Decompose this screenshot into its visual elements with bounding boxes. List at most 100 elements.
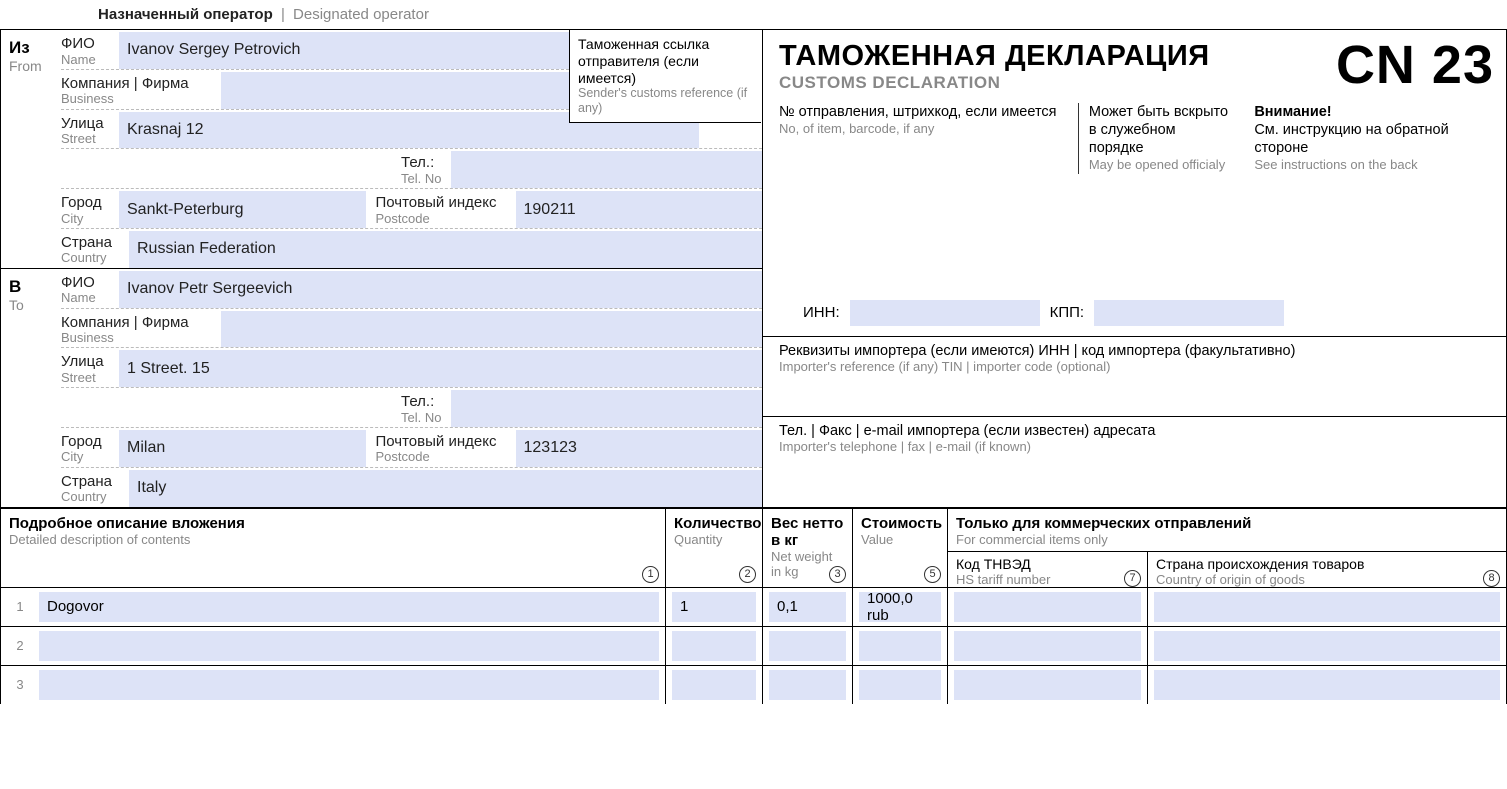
from-business-label-ru: Компания | Фирма <box>61 76 215 93</box>
col-num-7: 7 <box>1124 570 1141 587</box>
to-country-label-ru: Страна <box>61 474 123 491</box>
inn-label: ИНН: <box>803 304 840 321</box>
to-tel-label-ru: Тел.: <box>401 394 445 411</box>
from-name-label-en: Name <box>61 53 113 67</box>
inn-kpp-row: ИНН: КПП: <box>763 282 1506 336</box>
col-num-8: 8 <box>1483 570 1500 587</box>
attention-heading: Внимание! <box>1254 103 1494 121</box>
to-tag: В To <box>1 269 61 507</box>
to-street-label-en: Street <box>61 371 113 385</box>
col-comm-ru: Только для коммерческих отправлений <box>956 515 1498 532</box>
row-qty-value: 1 <box>672 592 756 622</box>
importer-ref-row: Реквизиты импортера (если имеются) ИНН |… <box>763 336 1506 416</box>
col-orig-ru: Страна происхождения товаров <box>1156 556 1498 572</box>
table-row: 3 <box>1 665 1506 704</box>
row-desc-value: Dogovor <box>39 592 659 622</box>
from-street-label-ru: Улица <box>61 116 113 133</box>
from-tel-value <box>451 151 762 188</box>
row-desc-value <box>39 670 659 700</box>
col-val-ru: Стоимость <box>861 515 939 532</box>
to-country-label-en: Country <box>61 490 123 504</box>
col-wt-ru: Вес нетто в кг <box>771 515 844 549</box>
to-name-value: Ivanov Petr Sergeevich <box>119 271 762 308</box>
to-street-label-ru: Улица <box>61 354 113 371</box>
from-business-value <box>221 72 569 109</box>
to-name-label-ru: ФИО <box>61 275 113 292</box>
col-num-5: 5 <box>924 566 941 583</box>
col-qty-ru: Количество <box>674 515 754 532</box>
from-street-label-en: Street <box>61 132 113 146</box>
row-number: 2 <box>7 638 33 653</box>
from-city-label-ru: Город <box>61 195 113 212</box>
from-tel-label-ru: Тел.: <box>401 155 445 172</box>
col-hs-ru: Код ТНВЭД <box>956 556 1139 572</box>
attention-en: See instructions on the back <box>1254 157 1494 173</box>
row-number: 3 <box>7 677 33 692</box>
to-postcode-label-en: Postcode <box>376 450 510 464</box>
from-country-value: Russian Federation <box>129 231 762 268</box>
to-tel-value <box>451 390 762 427</box>
from-block: Из From ФИО Name Ivanov Sergey Petrovich… <box>1 30 762 269</box>
form-code: CN 23 <box>1336 40 1494 91</box>
may-open-ru: Может быть вскрыто в служебном порядке <box>1089 103 1230 157</box>
table-row: 2 <box>1 626 1506 665</box>
row-origin-value <box>1154 592 1500 622</box>
row-desc-value <box>39 631 659 661</box>
col-desc-en: Detailed description of contents <box>9 532 657 547</box>
row-weight-value <box>769 670 846 700</box>
row-weight-value <box>769 631 846 661</box>
kpp-label: КПП: <box>1050 304 1084 321</box>
attention-ru: См. инструкцию на обратной стороне <box>1254 121 1494 157</box>
row-origin-value <box>1154 670 1500 700</box>
item-no-label-ru: № отправления, штрихкод, если имеется <box>779 103 1064 121</box>
to-country-value: Italy <box>129 470 762 507</box>
from-city-label-en: City <box>61 212 113 226</box>
to-business-label-ru: Компания | Фирма <box>61 315 215 332</box>
designated-operator-en: Designated operator <box>293 6 429 23</box>
row-hs-value <box>954 592 1141 622</box>
from-business-label-en: Business <box>61 92 215 106</box>
to-city-label-ru: Город <box>61 434 113 451</box>
row-weight-value: 0,1 <box>769 592 846 622</box>
from-postcode-label-en: Postcode <box>376 212 510 226</box>
from-name-label-ru: ФИО <box>61 36 113 53</box>
items-header-row: Подробное описание вложения Detailed des… <box>1 509 1506 587</box>
from-country-label-en: Country <box>61 251 123 265</box>
row-hs-value <box>954 670 1141 700</box>
from-postcode-value: 190211 <box>516 191 763 228</box>
to-city-value: Milan <box>119 430 366 467</box>
to-postcode-label-ru: Почтовый индекс <box>376 434 510 451</box>
from-postcode-label-ru: Почтовый индекс <box>376 195 510 212</box>
row-hs-value <box>954 631 1141 661</box>
row-origin-value <box>1154 631 1500 661</box>
from-tel-label-en: Tel. No <box>401 172 445 186</box>
row-qty-value <box>672 670 756 700</box>
col-orig-en: Country of origin of goods <box>1156 572 1498 587</box>
row-value-value: 1000,0 rub <box>859 592 941 622</box>
col-comm-en: For commercial items only <box>956 532 1498 547</box>
col-desc-ru: Подробное описание вложения <box>9 515 657 532</box>
to-name-label-en: Name <box>61 291 113 305</box>
customs-ref-box: Таможенная ссылка отправителя (если имее… <box>569 30 761 123</box>
to-city-label-en: City <box>61 450 113 464</box>
col-qty-en: Quantity <box>674 532 754 547</box>
from-country-label-ru: Страна <box>61 235 123 252</box>
row-value-value <box>859 631 941 661</box>
from-tag: Из From <box>1 30 61 268</box>
to-tel-label-en: Tel. No <box>401 411 445 425</box>
from-name-value: Ivanov Sergey Petrovich <box>119 32 569 69</box>
row-qty-value <box>672 631 756 661</box>
row-value-value <box>859 670 941 700</box>
kpp-value <box>1094 300 1284 326</box>
designated-operator-header: Назначенный оператор | Designated operat… <box>0 0 1507 29</box>
to-block: В To ФИО Name Ivanov Petr Sergeevich Ком… <box>1 269 762 507</box>
col-hs-en: HS tariff number <box>956 572 1139 587</box>
to-business-value <box>221 311 762 348</box>
may-open-en: May be opened officialy <box>1089 157 1230 173</box>
col-val-en: Value <box>861 532 939 547</box>
to-postcode-value: 123123 <box>516 430 763 467</box>
col-num-2: 2 <box>739 566 756 583</box>
to-street-value: 1 Street. 15 <box>119 350 762 387</box>
designated-operator-ru: Назначенный оператор <box>98 6 273 23</box>
row-number: 1 <box>7 599 33 614</box>
